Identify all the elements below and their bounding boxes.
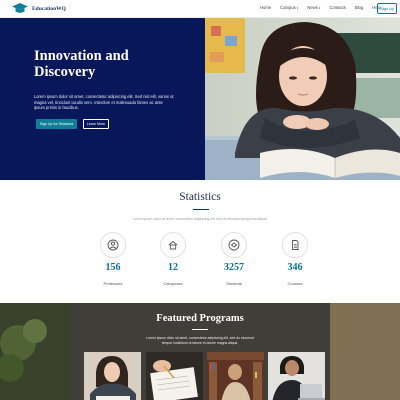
stat-label: Campuses bbox=[163, 281, 183, 286]
stat-courses: 346 Courses bbox=[265, 232, 325, 286]
program-card-4[interactable] bbox=[268, 352, 325, 400]
nav-item-blog[interactable]: Blog bbox=[355, 5, 363, 10]
nav-item-campus[interactable]: Campus▾ bbox=[280, 5, 298, 10]
statistics-subtitle: Lorem ipsum dolor sit amet, consectetur … bbox=[132, 217, 268, 221]
students-icon bbox=[221, 232, 247, 258]
nav-label: Blog bbox=[354, 5, 364, 10]
program-card-2[interactable] bbox=[146, 352, 203, 400]
nav-label: Campus bbox=[280, 5, 296, 10]
stat-label: Professors bbox=[103, 281, 123, 286]
brand-logo[interactable]: EducationWQ bbox=[12, 3, 66, 14]
chevron-down-icon: ▾ bbox=[296, 6, 299, 10]
stat-label: Students bbox=[226, 281, 242, 286]
subtitle-line: tempor incididunt ut labore et dolore ma… bbox=[161, 340, 239, 345]
stat-label: Courses bbox=[287, 281, 303, 286]
signup-button[interactable]: Sign Up bbox=[377, 3, 397, 14]
hero-section: Innovation and Discovery Lorem ipsum dol… bbox=[0, 18, 400, 180]
hero-description: Lorem ipsum dolor sit amet, consectetur … bbox=[34, 94, 174, 110]
program-card-3[interactable] bbox=[207, 352, 264, 400]
nav-label: Contacts bbox=[329, 5, 346, 10]
stat-students: 3257 Students bbox=[204, 232, 264, 286]
chevron-down-icon: ▾ bbox=[318, 6, 321, 10]
nav-item-contacts[interactable]: Contacts bbox=[329, 5, 346, 10]
program-card-1[interactable] bbox=[84, 352, 141, 400]
nav-item-home[interactable]: Home bbox=[260, 5, 271, 10]
stat-value: 346 bbox=[287, 262, 303, 273]
brand-name: EducationWQ bbox=[32, 5, 66, 12]
signup-sessions-button[interactable]: Sign Up for Sessions bbox=[36, 119, 77, 129]
title-divider bbox=[193, 209, 209, 210]
hero-photo-student bbox=[205, 18, 400, 180]
top-navbar: EducationWQ Home Campus▾ News▾ Contacts … bbox=[0, 0, 400, 18]
hero-title: Innovation and Discovery bbox=[34, 48, 194, 80]
stat-value: 3257 bbox=[224, 262, 244, 273]
graduation-cap-icon bbox=[12, 3, 28, 14]
courses-icon bbox=[282, 232, 308, 258]
featured-title: Featured Programs bbox=[156, 313, 244, 324]
stat-professors: 156 Professors bbox=[83, 232, 143, 286]
statistics-title: Statistics bbox=[179, 191, 221, 203]
hero-title-line: Innovation and bbox=[34, 48, 129, 64]
stat-value: 12 bbox=[168, 262, 178, 273]
learn-more-button[interactable]: Learn More bbox=[83, 119, 109, 129]
hero-panel: Innovation and Discovery Lorem ipsum dol… bbox=[0, 18, 205, 180]
professor-icon bbox=[100, 232, 126, 258]
stat-value: 156 bbox=[105, 262, 121, 273]
hero-title-line: Discovery bbox=[34, 64, 96, 80]
campus-icon bbox=[160, 232, 186, 258]
stat-campuses: 12 Campuses bbox=[143, 232, 203, 286]
nav-item-news[interactable]: News▾ bbox=[307, 5, 320, 10]
featured-subtitle: Lorem ipsum dolor sit amet, consectetur … bbox=[0, 336, 400, 345]
title-divider bbox=[192, 329, 208, 330]
featured-programs-section: Featured Programs Lorem ipsum dolor sit … bbox=[0, 303, 400, 400]
main-nav: Home Campus▾ News▾ Contacts Blog Help bbox=[260, 5, 390, 10]
nav-label: Home bbox=[260, 5, 272, 10]
nav-label: News bbox=[307, 5, 318, 10]
